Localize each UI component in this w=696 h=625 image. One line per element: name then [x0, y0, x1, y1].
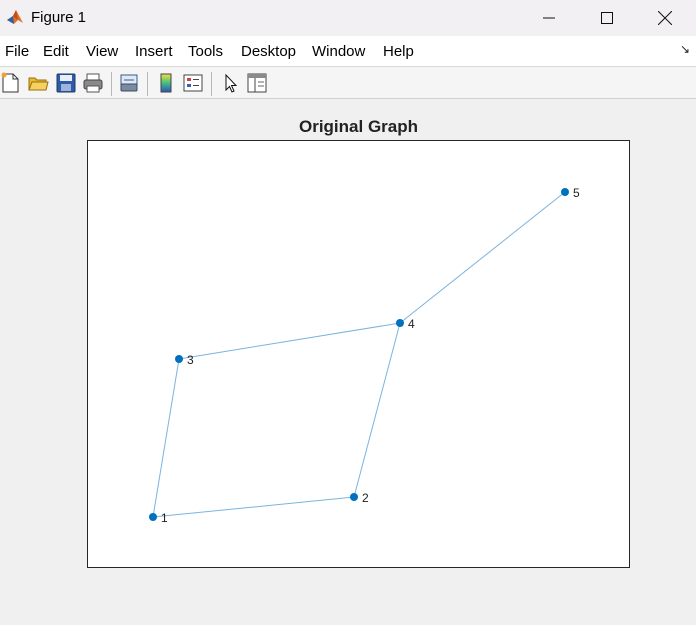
title-bar: Figure 1	[0, 0, 696, 36]
close-button[interactable]	[642, 0, 688, 36]
pointer-icon[interactable]	[219, 72, 241, 94]
menu-bar: File Edit View Insert Tools Desktop Wind…	[0, 36, 696, 66]
graph-node-label-4: 4	[408, 317, 415, 331]
graph-node-3	[175, 355, 183, 363]
graph-node-label-1: 1	[161, 511, 168, 525]
open-folder-icon[interactable]	[27, 72, 49, 94]
window-title: Figure 1	[31, 9, 87, 26]
graph-edge-4-5	[399, 191, 566, 324]
menu-file[interactable]: File	[5, 43, 29, 60]
close-icon	[658, 11, 672, 25]
toolbar-separator	[147, 72, 148, 96]
toolbar-separator	[111, 72, 112, 96]
property-editor-icon[interactable]	[246, 72, 268, 94]
menu-view[interactable]: View	[86, 43, 118, 60]
graph-node-4	[396, 319, 404, 327]
minimize-icon	[543, 17, 555, 19]
new-file-icon[interactable]	[0, 72, 22, 94]
graph-node-label-2: 2	[362, 491, 369, 505]
print-icon[interactable]	[82, 72, 104, 94]
toolbar-separator	[211, 72, 212, 96]
graph-edge-3-4	[178, 322, 401, 360]
graph-edge-1-2	[152, 496, 355, 518]
figure-toolbar	[0, 66, 696, 99]
minimize-button[interactable]	[526, 0, 572, 36]
maximize-button[interactable]	[584, 0, 630, 36]
plot-axes[interactable]: 1 2 3 4 5	[87, 140, 630, 568]
graph-edge-2-4	[353, 322, 401, 498]
menu-tools[interactable]: Tools	[188, 43, 223, 60]
colorbar-icon[interactable]	[155, 72, 177, 94]
save-icon[interactable]	[55, 72, 77, 94]
link-plot-icon[interactable]	[118, 72, 140, 94]
menu-help[interactable]: Help	[383, 43, 414, 60]
matlab-logo-icon	[6, 8, 24, 26]
graph-node-label-3: 3	[187, 353, 194, 367]
graph-node-2	[350, 493, 358, 501]
menu-insert[interactable]: Insert	[135, 43, 173, 60]
graph-edge-1-3	[152, 358, 180, 518]
menu-edit[interactable]: Edit	[43, 43, 69, 60]
graph-node-1	[149, 513, 157, 521]
graph-node-5	[561, 188, 569, 196]
dock-figure-icon[interactable]: ↘	[680, 42, 690, 56]
graph-plot: 1 2 3 4 5	[149, 186, 580, 525]
plot-title: Original Graph	[298, 117, 419, 136]
graph-node-label-5: 5	[573, 186, 580, 200]
legend-icon[interactable]	[182, 72, 204, 94]
menu-window[interactable]: Window	[312, 43, 365, 60]
maximize-icon	[601, 12, 613, 24]
menu-desktop[interactable]: Desktop	[241, 43, 296, 60]
